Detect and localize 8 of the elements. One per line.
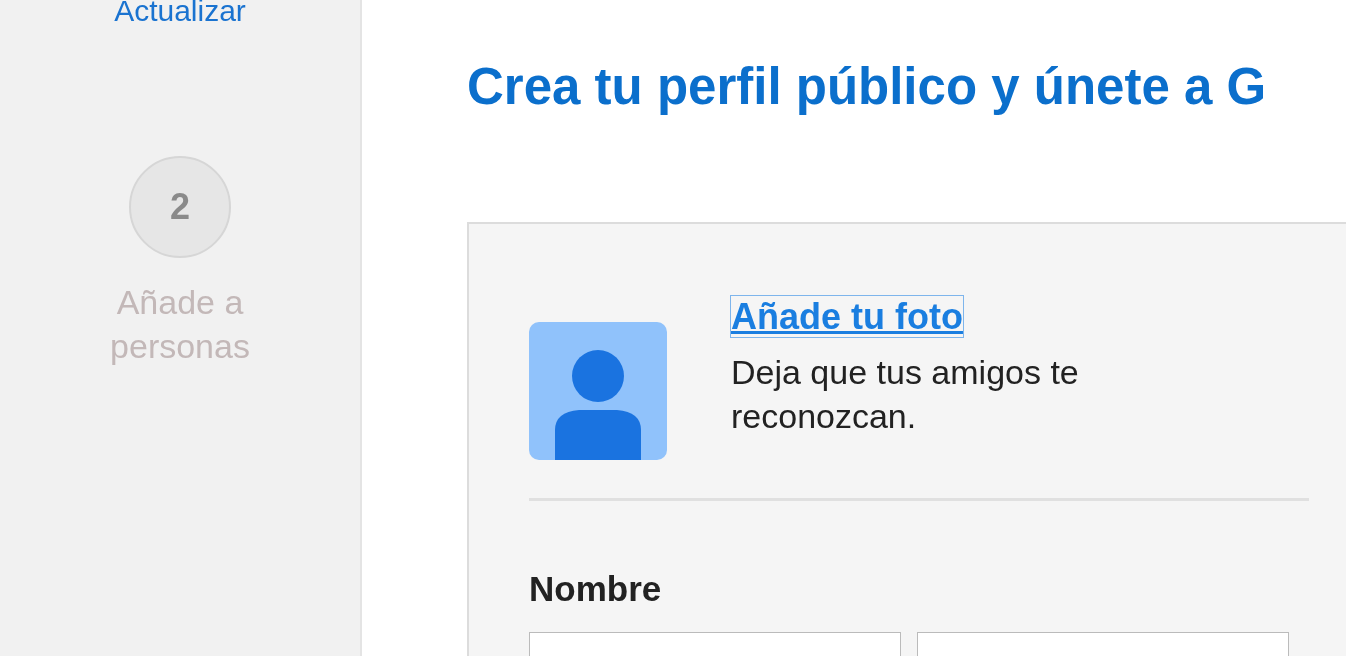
update-link[interactable]: Actualizar	[114, 0, 246, 26]
avatar-icon	[529, 322, 667, 461]
step-number: 2	[129, 156, 231, 258]
photo-description: Deja que tus amigos te reconozcan.	[731, 351, 1080, 437]
add-photo-link[interactable]: Añade tu foto	[731, 296, 963, 338]
name-label: Nombre	[529, 568, 663, 611]
step-label: Añade a personas	[109, 282, 251, 368]
page-title: Crea tu perfil público y únete a G	[467, 57, 1268, 117]
